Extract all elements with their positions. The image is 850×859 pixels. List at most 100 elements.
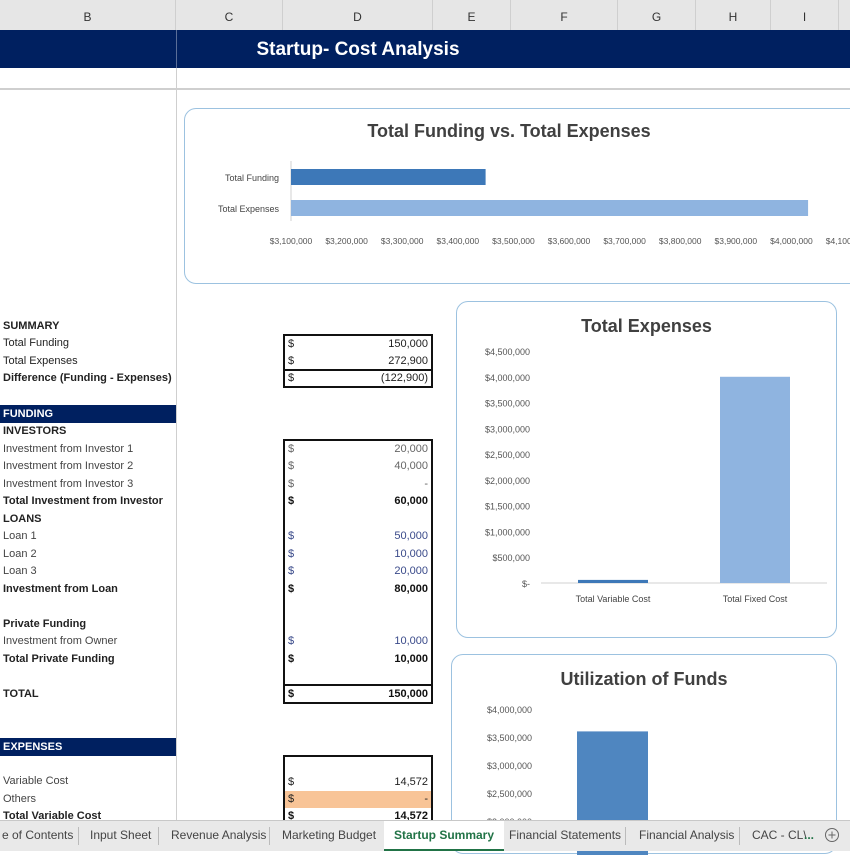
tick-label: $3,000,000 [485,424,530,434]
column-header-i[interactable]: I [771,0,839,30]
currency-symbol: $ [288,372,295,384]
cell-value: 60,000 [394,495,428,507]
more-tabs-button[interactable]: ... [804,821,814,849]
currency-symbol: $ [288,548,295,560]
column-header-d[interactable]: D [283,0,433,30]
funding-value-cell[interactable]: $60,000 [285,493,431,510]
investors-heading: INVESTORS [3,425,67,437]
currency-symbol: $ [288,338,295,350]
sheet-tab-table-of-contents[interactable]: e of Contents [0,821,79,849]
funding-section-header: FUNDING [0,405,176,423]
tick-label: $3,100,000 [270,236,313,246]
chart-plot: Total Funding Total Expenses $3,100,000 $3,… [218,161,850,246]
tick-label: $3,300,000 [381,236,424,246]
cell-value: 80,000 [394,583,428,595]
summary-heading: SUMMARY [3,320,60,332]
currency-symbol: $ [288,495,295,507]
funding-value-cell[interactable]: $20,000 [285,441,431,458]
funding-label: Total Private Funding [3,653,115,665]
tick-label: $3,000,000 [487,761,532,771]
private-funding-heading: Private Funding [3,618,87,630]
cell-value: 50,000 [394,530,428,542]
tick-label: $4,000,000 [770,236,813,246]
tab-separator [78,827,79,845]
sheet-tab-input-sheet[interactable]: Input Sheet [90,821,151,849]
column-header-bar: B C D E F G H I [0,0,850,31]
column-header-f[interactable]: F [511,0,618,30]
cell-value: - [424,478,428,490]
summary-value-cell[interactable]: $ (122,900) [285,370,431,387]
column-header-h[interactable]: H [696,0,771,30]
funding-label: Loan 2 [3,548,37,560]
expense-value-cell[interactable]: $14,572 [285,774,431,791]
funding-value-cell[interactable]: $50,000 [285,528,431,545]
column-header-b[interactable]: B [0,0,176,30]
tab-separator [739,827,740,845]
currency-symbol: $ [288,583,295,595]
tick-label: $3,800,000 [659,236,702,246]
funding-value-cell[interactable]: $10,000 [285,546,431,563]
funding-vs-expenses-chart[interactable]: Total Funding vs. Total Expenses Total F… [184,108,850,284]
funding-value-cell[interactable]: $10,000 [285,651,431,668]
tick-label: $3,500,000 [492,236,535,246]
blank-row [0,68,850,90]
tick-label: $3,900,000 [715,236,758,246]
page-title: Startup- Cost Analysis [256,39,460,60]
funding-total-cell[interactable]: $150,000 [285,686,431,703]
funding-value-cell[interactable]: $20,000 [285,563,431,580]
column-header-e[interactable]: E [433,0,511,30]
summary-value-cell[interactable]: $150,000 [285,336,431,353]
column-header-c[interactable]: C [176,0,283,30]
sheet-tab-financial-analysis[interactable]: Financial Analysis [639,821,734,849]
currency-symbol: $ [288,355,295,367]
chart-plot: $- $500,000 $1,000,000 $1,500,000 $2,000,000… [485,347,827,604]
funding-value-cell[interactable]: $ - [285,476,431,493]
tick-label: $4,000,000 [485,373,530,383]
currency-symbol: $ [288,688,295,700]
bar [578,579,648,583]
tick-label: $3,500,000 [485,399,530,409]
tick-label: $4,000,000 [487,705,532,715]
total-expenses-chart[interactable]: Total Expenses $- $500,000 $1,000,000 $1,50… [456,301,837,638]
expense-value-cell-highlighted[interactable]: $ - [285,791,431,808]
funding-label: Total Investment from Investor [3,495,163,507]
summary-value-cell[interactable]: $272,900 [285,353,431,370]
expense-label: Variable Cost [3,775,69,787]
sheet-tab-bar: e of Contents Input Sheet Revenue Analys… [0,820,850,851]
sheet-tab-startup-summary[interactable]: Startup Summary [384,821,505,851]
category-label: Total Variable Cost [576,594,651,604]
funding-label: Investment from Investor 2 [3,460,134,472]
sheet-tab-marketing-budget[interactable]: Marketing Budget [282,821,376,849]
expenses-section-header: EXPENSES [0,738,176,756]
summary-label: Total Expenses [3,355,78,367]
sheet-tab-cac-clv[interactable]: CAC - CL\ [752,821,807,849]
tick-label: $500,000 [492,553,530,563]
title-banner: Startup- Cost Analysis [0,30,850,68]
tick-label: $4,500,000 [485,347,530,357]
tab-separator [269,827,270,845]
tick-label: $4,100,000 [826,236,850,246]
add-sheet-button[interactable] [824,821,840,849]
tick-label: $- [522,579,530,589]
category-label: Total Fixed Cost [723,594,788,604]
funding-label: Investment from Owner [3,635,118,647]
cell-value: 150,000 [388,688,428,700]
cell-value: 14,572 [394,776,428,788]
tick-label: $3,700,000 [603,236,646,246]
currency-symbol: $ [288,653,295,665]
funding-value-cell[interactable]: $80,000 [285,581,431,598]
funding-label: Loan 3 [3,565,37,577]
column-divider [176,68,177,820]
funding-value-cell[interactable]: $40,000 [285,458,431,475]
funding-value-cell[interactable]: $10,000 [285,633,431,650]
category-label: Total Funding [225,173,279,183]
column-header-g[interactable]: G [618,0,696,30]
cell-value: 20,000 [394,565,428,577]
tab-separator [625,827,626,845]
sheet-tab-financial-statements[interactable]: Financial Statements [509,821,621,849]
sheet-tab-revenue-analysis[interactable]: Revenue Analysis [171,821,266,849]
currency-symbol: $ [288,530,295,542]
cell-value: 150,000 [388,338,428,350]
cell-value: 10,000 [394,635,428,647]
currency-symbol: $ [288,776,295,788]
